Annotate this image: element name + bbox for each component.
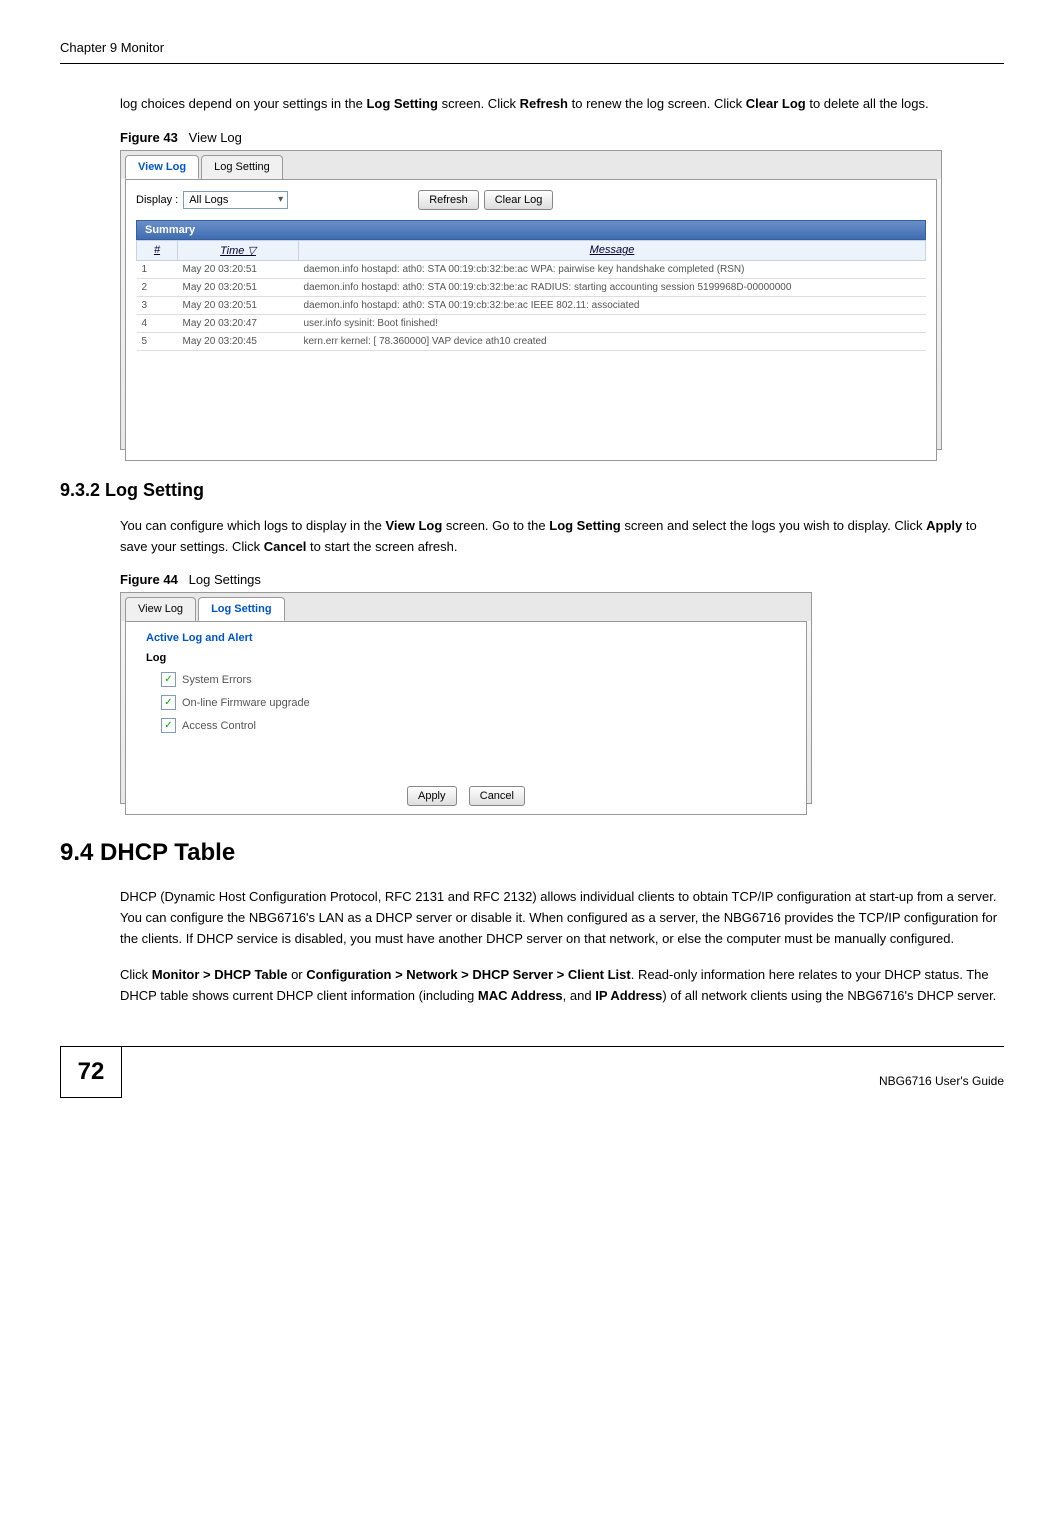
display-label: Display : — [136, 194, 178, 206]
col-time[interactable]: Time ▽ — [178, 240, 299, 260]
checkbox-label: System Errors — [182, 674, 252, 686]
intro-paragraph: log choices depend on your settings in t… — [120, 94, 1004, 115]
tab-view-log-2[interactable]: View Log — [125, 597, 196, 621]
tab-log-setting[interactable]: Log Setting — [201, 155, 283, 179]
apply-button[interactable]: Apply — [407, 786, 457, 806]
figure-43-label: Figure 43 View Log — [120, 130, 1004, 145]
checkbox-label: On-line Firmware upgrade — [182, 697, 310, 709]
footer-guide: NBG6716 User's Guide — [122, 1064, 1004, 1098]
heading-932: 9.3.2 Log Setting — [60, 480, 1004, 501]
section-932-paragraph: You can configure which logs to display … — [120, 516, 1004, 558]
checkbox-access-control[interactable]: ✓ — [161, 718, 176, 733]
table-row: 5May 20 03:20:45kern.err kernel: [ 78.36… — [137, 332, 926, 350]
refresh-button[interactable]: Refresh — [418, 190, 479, 210]
col-num[interactable]: # — [137, 240, 178, 260]
checkbox-firmware-upgrade[interactable]: ✓ — [161, 695, 176, 710]
tab-view-log[interactable]: View Log — [125, 155, 199, 179]
log-table: # Time ▽ Message 1May 20 03:20:51daemon.… — [136, 240, 926, 351]
section-94-p1: DHCP (Dynamic Host Configuration Protoco… — [120, 887, 1004, 949]
checkbox-system-errors[interactable]: ✓ — [161, 672, 176, 687]
page-number: 72 — [60, 1047, 122, 1098]
figure-44-screenshot: View Log Log Setting Active Log and Aler… — [120, 592, 812, 804]
summary-header: Summary — [136, 220, 926, 240]
tab-log-setting-2[interactable]: Log Setting — [198, 597, 285, 621]
display-select[interactable]: All Logs — [183, 191, 288, 209]
section-94-p2: Click Monitor > DHCP Table or Configurat… — [120, 965, 1004, 1007]
table-row: 4May 20 03:20:47user.info sysinit: Boot … — [137, 314, 926, 332]
figure-44-label: Figure 44 Log Settings — [120, 572, 1004, 587]
table-row: 2May 20 03:20:51daemon.info hostapd: ath… — [137, 278, 926, 296]
chapter-header: Chapter 9 Monitor — [60, 40, 164, 55]
col-message[interactable]: Message — [299, 240, 926, 260]
checkbox-label: Access Control — [182, 720, 256, 732]
cancel-button[interactable]: Cancel — [469, 786, 525, 806]
heading-94: 9.4 DHCP Table — [60, 839, 1004, 867]
active-log-alert-title: Active Log and Alert — [146, 632, 786, 644]
log-label: Log — [146, 652, 786, 664]
figure-43-screenshot: View Log Log Setting Display : All Logs … — [120, 150, 942, 450]
table-row: 3May 20 03:20:51daemon.info hostapd: ath… — [137, 296, 926, 314]
clear-log-button[interactable]: Clear Log — [484, 190, 554, 210]
table-row: 1May 20 03:20:51daemon.info hostapd: ath… — [137, 260, 926, 278]
